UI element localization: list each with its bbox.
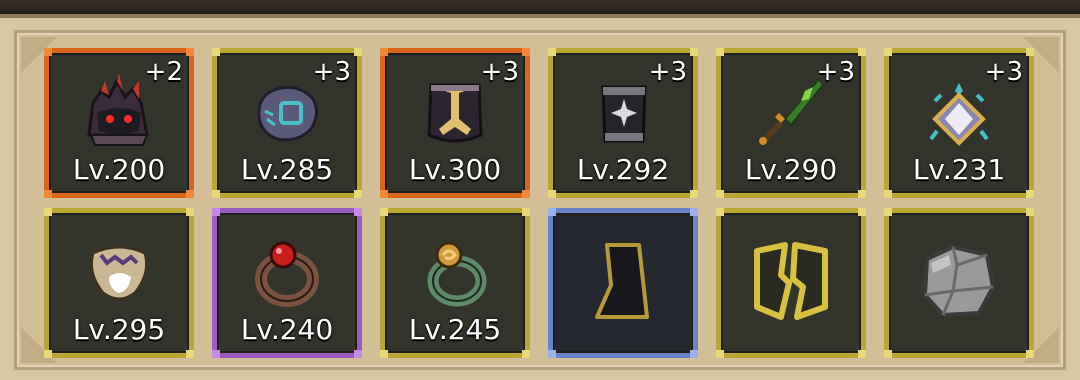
equipment-slot-bracer[interactable]: +3 Lv.292 <box>548 48 698 198</box>
item-level-label: Lv.292 <box>576 153 670 186</box>
item-level-label: Lv.290 <box>744 153 838 186</box>
equipment-slot-shield-empty[interactable] <box>716 208 866 358</box>
cloak-slot-icon <box>595 243 649 319</box>
enhance-level-badge: +3 <box>480 57 519 87</box>
stone-slot-icon <box>923 245 995 317</box>
item-level-label: Lv.295 <box>72 313 166 346</box>
jade-ring-icon <box>427 241 487 307</box>
equipment-panel: +2 Lv.200 +3 Lv.285 +3 Lv.300 +3 Lv.292 … <box>0 14 1080 380</box>
item-level-label: Lv.245 <box>408 313 502 346</box>
equipment-slot-weapon[interactable]: +3 Lv.290 <box>716 48 866 198</box>
item-level-label: Lv.285 <box>240 153 334 186</box>
enhance-level-badge: +3 <box>312 57 351 87</box>
equipment-slot-armor[interactable]: +3 Lv.300 <box>380 48 530 198</box>
enhance-level-badge: +3 <box>984 57 1023 87</box>
enhance-level-badge: +2 <box>144 57 183 87</box>
enhance-level-badge: +3 <box>816 57 855 87</box>
equipment-slot-cloak-empty[interactable] <box>548 208 698 358</box>
equipment-slot-ring-1[interactable]: Lv.240 <box>212 208 362 358</box>
equipment-slot-ring-2[interactable]: Lv.245 <box>380 208 530 358</box>
enhance-level-badge: +3 <box>648 57 687 87</box>
equipment-slot-necklace[interactable]: Lv.295 <box>44 208 194 358</box>
ruby-ring-icon <box>255 241 319 307</box>
equipment-slot-amulet[interactable]: +3 Lv.231 <box>884 48 1034 198</box>
item-level-label: Lv.231 <box>912 153 1006 186</box>
item-level-label: Lv.300 <box>408 153 502 186</box>
item-level-label: Lv.200 <box>72 153 166 186</box>
equipment-slot-gauntlet[interactable]: +3 Lv.285 <box>212 48 362 198</box>
item-level-label: Lv.240 <box>240 313 334 346</box>
equipment-slot-relic-empty[interactable] <box>884 208 1034 358</box>
equipment-slot-helmet[interactable]: +2 Lv.200 <box>44 48 194 198</box>
equipment-grid: +2 Lv.200 +3 Lv.285 +3 Lv.300 +3 Lv.292 … <box>14 30 1066 370</box>
broken-shield-slot-icon <box>754 242 828 320</box>
bone-necklace-icon <box>89 245 149 301</box>
